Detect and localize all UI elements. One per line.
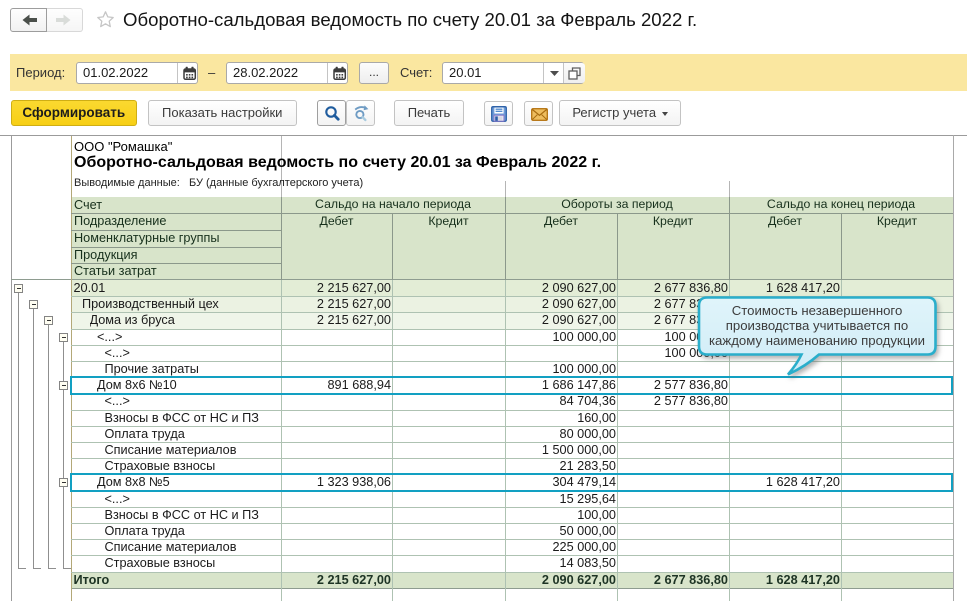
- svg-text:производства учитывается по: производства учитывается по: [726, 318, 909, 333]
- svg-text:каждому наименованию продукции: каждому наименованию продукции: [709, 333, 925, 348]
- svg-text:Стоимость незавершенного: Стоимость незавершенного: [732, 303, 903, 318]
